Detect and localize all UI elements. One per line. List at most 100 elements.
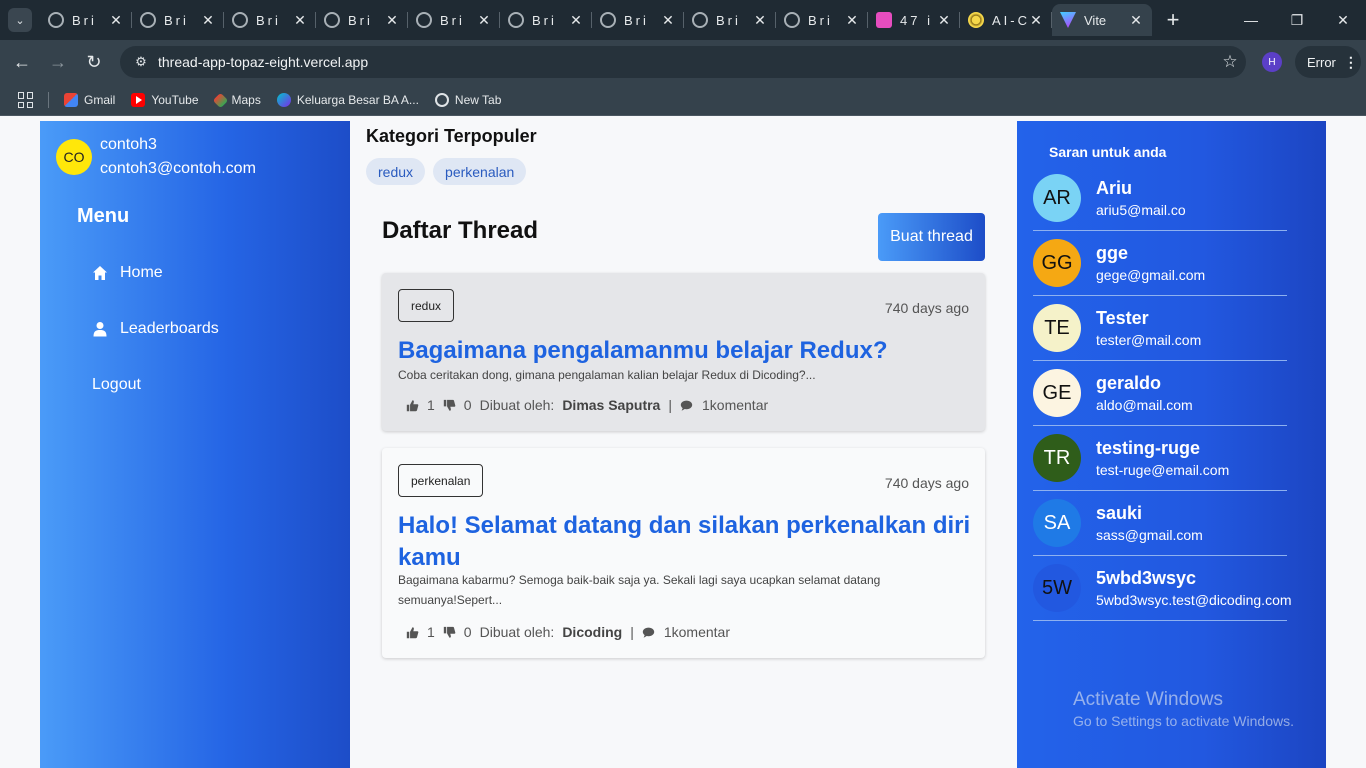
bookmark-new-tab[interactable]: New Tab xyxy=(434,93,501,107)
suggestions-sidebar: Saran untuk anda AR Ariu ariu5@mail.co GG… xyxy=(1017,121,1326,768)
comment-icon xyxy=(642,627,655,638)
tab-search-button[interactable]: ⌄ xyxy=(8,8,32,32)
browser-tab[interactable]: Bri ✕ xyxy=(500,4,592,36)
tab-title: Bri xyxy=(72,12,97,28)
bookmark-maps[interactable]: Maps xyxy=(212,92,261,108)
youtube-icon xyxy=(131,93,146,107)
avatar: SA xyxy=(1033,499,1081,547)
globe-icon xyxy=(692,12,708,28)
browser-tab-active[interactable]: Vite ✕ xyxy=(1052,4,1152,36)
thread-body: Bagaimana kabarmu? Semoga baik-baik saja… xyxy=(398,573,881,607)
suggested-user[interactable]: 5W 5wbd3wsyc 5wbd3wsyc.test@dicoding.com xyxy=(1033,556,1292,621)
thread-card: perkenalan 740 days ago Halo! Selamat da… xyxy=(382,448,985,658)
menu-item-leaderboards[interactable]: Leaderboards xyxy=(92,320,219,338)
close-icon[interactable]: ✕ xyxy=(200,12,216,29)
globe-icon xyxy=(434,93,449,107)
close-icon[interactable]: ✕ xyxy=(292,12,308,29)
browser-tab[interactable]: Bri ✕ xyxy=(40,4,132,36)
suggested-user-email: gege@gmail.com xyxy=(1096,267,1206,283)
suggested-user[interactable]: TE Tester tester@mail.com xyxy=(1033,296,1287,361)
category-chip[interactable]: redux xyxy=(366,158,426,185)
suggested-user[interactable]: AR Ariu ariu5@mail.co xyxy=(1033,166,1287,231)
browser-tab[interactable]: Bri ✕ xyxy=(776,4,868,36)
thumbs-down-icon[interactable] xyxy=(443,399,456,412)
suggested-user-email: test-ruge@email.com xyxy=(1096,462,1230,478)
downvote-count: 0 xyxy=(463,624,472,640)
category-chip[interactable]: perkenalan xyxy=(433,158,527,185)
browser-tab[interactable]: 47 i ✕ xyxy=(868,4,960,36)
bookmarks-bar: Gmail YouTube Maps Keluarga Besar BA A..… xyxy=(0,84,1366,116)
left-navigation: CO contoh3 contoh3@contoh.com Menu Home … xyxy=(40,121,350,768)
thumbs-down-icon[interactable] xyxy=(443,626,456,639)
close-icon[interactable]: ✕ xyxy=(660,12,676,29)
menu-item-logout[interactable]: Logout xyxy=(92,376,141,394)
suggested-user[interactable]: TR testing-ruge test-ruge@email.com xyxy=(1033,426,1287,491)
bookmark-youtube[interactable]: YouTube xyxy=(131,93,199,107)
profile-avatar[interactable]: H xyxy=(1262,52,1282,72)
upvote-count: 1 xyxy=(427,624,435,640)
thread-meta: 1 0 Dibuat oleh: Dimas Saputra | 1koment… xyxy=(406,397,768,413)
tab-title: Bri xyxy=(348,12,373,28)
thumbs-up-icon[interactable] xyxy=(406,399,419,412)
close-icon[interactable]: ✕ xyxy=(1128,12,1144,29)
close-icon[interactable]: ✕ xyxy=(936,12,952,29)
address-bar: ← → ↻ ⚙ thread-app-topaz-eight.vercel.ap… xyxy=(0,40,1366,84)
forward-arrow-icon[interactable]: → xyxy=(46,50,70,74)
suggested-user[interactable]: GE geraldo aldo@mail.com xyxy=(1033,361,1287,426)
browser-tab[interactable]: Bri ✕ xyxy=(132,4,224,36)
canva-icon xyxy=(276,93,291,107)
site-info-icon[interactable]: ⚙ xyxy=(126,54,156,70)
tab-title: Bri xyxy=(256,12,281,28)
tab-strip: Bri ✕ Bri ✕ Bri ✕ Bri ✕ Bri ✕ Bri ✕ Bri ✕ Bri ✕ … xyxy=(40,4,1188,36)
new-tab-button[interactable]: + xyxy=(1158,4,1188,36)
browser-tab[interactable]: Bri ✕ xyxy=(316,4,408,36)
browser-tab[interactable]: Bri ✕ xyxy=(592,4,684,36)
thumbs-up-icon[interactable] xyxy=(406,626,419,639)
bookmark-label: Maps xyxy=(231,93,261,107)
url-text[interactable]: thread-app-topaz-eight.vercel.app xyxy=(158,54,1214,70)
minimize-icon[interactable]: — xyxy=(1228,0,1274,40)
suggested-user[interactable]: GG gge gege@gmail.com xyxy=(1033,231,1287,296)
apps-grid-icon[interactable] xyxy=(18,92,34,108)
error-button[interactable]: Error ⋮ xyxy=(1295,46,1361,78)
bookmark-star-icon[interactable]: ☆ xyxy=(1214,52,1246,72)
close-icon[interactable]: ✕ xyxy=(568,12,584,29)
browser-tab[interactable]: Bri ✕ xyxy=(408,4,500,36)
restore-icon[interactable]: ❐ xyxy=(1274,0,1320,40)
created-by-label: Dibuat oleh: xyxy=(479,624,555,640)
thread-author: Dicoding xyxy=(562,624,623,640)
menu-heading: Menu xyxy=(77,205,130,227)
error-label: Error xyxy=(1307,54,1336,70)
close-icon[interactable]: ✕ xyxy=(844,12,860,29)
menu-item-home[interactable]: Home xyxy=(92,264,163,282)
bookmark-label: Keluarga Besar BA A... xyxy=(296,93,419,107)
create-thread-button[interactable]: Buat thread xyxy=(878,213,985,261)
close-icon[interactable]: ✕ xyxy=(1028,12,1044,29)
bookmark-label: YouTube xyxy=(151,93,199,107)
thread-category-tag[interactable]: redux xyxy=(398,289,455,322)
reload-icon[interactable]: ↻ xyxy=(82,50,106,74)
bookmark-gmail[interactable]: Gmail xyxy=(64,93,115,107)
bookmark-keluarga[interactable]: Keluarga Besar BA A... xyxy=(276,93,419,107)
close-icon[interactable]: ✕ xyxy=(384,12,400,29)
thread-title[interactable]: Bagaimana pengalamanmu belajar Redux? xyxy=(398,335,973,367)
close-icon[interactable]: ✕ xyxy=(752,12,768,29)
thread-title[interactable]: Halo! Selamat datang dan silakan perkena… xyxy=(398,510,973,574)
thread-list-heading: Daftar Thread xyxy=(382,217,539,244)
tab-title: Bri xyxy=(440,12,465,28)
meta-separator: | xyxy=(630,624,634,640)
meta-separator: | xyxy=(668,397,672,413)
omnibox[interactable]: ⚙ thread-app-topaz-eight.vercel.app ☆ xyxy=(120,46,1246,78)
user-name: contoh3 xyxy=(100,136,157,153)
suggested-user[interactable]: SA sauki sass@gmail.com xyxy=(1033,491,1287,556)
browser-tab[interactable]: Bri ✕ xyxy=(684,4,776,36)
thread-category-tag[interactable]: perkenalan xyxy=(398,464,484,497)
back-arrow-icon[interactable]: ← xyxy=(10,50,34,74)
browser-tab[interactable]: Bri ✕ xyxy=(224,4,316,36)
close-icon[interactable]: ✕ xyxy=(476,12,492,29)
close-window-icon[interactable]: ✕ xyxy=(1320,0,1366,40)
close-icon[interactable]: ✕ xyxy=(108,12,124,29)
home-icon xyxy=(93,266,107,280)
browser-tab[interactable]: AI-C ✕ xyxy=(960,4,1052,36)
suggested-user-email: sass@gmail.com xyxy=(1096,527,1203,543)
